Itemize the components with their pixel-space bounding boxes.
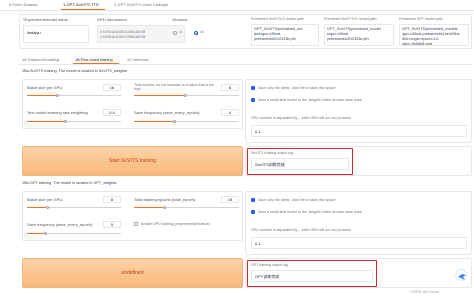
bird-logo-svg xyxy=(458,274,466,280)
pretrained-gpt-group: Pretrained GPT model path GPT_SoVITS/pre… xyxy=(398,17,470,47)
sovits-options-panel: Save only the latest '.ckpt' file to sav… xyxy=(245,79,472,143)
gpt-epochs-input[interactable]: 15 xyxy=(221,196,239,203)
watermark-text: CSDN @Colorin xyxy=(410,289,440,294)
radio-v2[interactable] xyxy=(194,31,198,35)
gpt-batch-slider-fill xyxy=(27,207,47,208)
sovits-batch-input[interactable]: 16 xyxy=(103,84,121,91)
exp-name-label: *Experiment/model name xyxy=(23,17,68,22)
top-tab-bar: 0-Fetch Dataset 1-GPT-SoVITS-TTS 2-GPT-S… xyxy=(0,0,474,11)
sovits-gpu-num-input[interactable]: 0-1 xyxy=(251,125,467,137)
exp-name-input[interactable]: lindalyu xyxy=(23,25,89,43)
gpu-info-line-1: 0 NVIDIA A100-SXM4-80GB xyxy=(100,30,146,34)
tab-fetch-dataset[interactable]: 0-Fetch Dataset xyxy=(9,2,37,7)
gpt-gpu-num-input[interactable]: 0-1 xyxy=(251,237,467,249)
sovits-output-textarea: SoVITS训练完成 xyxy=(251,158,349,170)
gpt-save-freq-slider-fill xyxy=(27,233,45,234)
gpt-save-latest-label: Save only the latest '.ckpt' file to sav… xyxy=(258,198,336,202)
gpt-save-freq-slider-knob[interactable] xyxy=(44,232,47,235)
sovits-save-freq-label: Save frequency (save_every_epoch): xyxy=(134,110,201,115)
sovits-batch-slider-fill xyxy=(27,95,57,96)
radio-v1-label: v1 xyxy=(179,30,183,34)
sovits-text-lr-slider-knob[interactable] xyxy=(64,120,67,123)
subtab-fine-tuned-training[interactable]: 1B-Fine-tuned training xyxy=(75,58,113,62)
header-panel: *Experiment/model name lindalyu GPU Info… xyxy=(19,14,472,49)
gpt-output-panel: GPT training output log GPT训练完成 xyxy=(245,258,472,288)
tab-voice-changer[interactable]: 2-GPT-SoVITS-Voice Changer xyxy=(114,2,168,7)
gpt-save-small-checkbox[interactable] xyxy=(251,210,255,214)
start-sovits-training-button[interactable]: Start SoVITS training xyxy=(22,146,243,176)
versions-label: Versions xyxy=(172,17,188,22)
sovits-save-freq-input[interactable]: 4 xyxy=(221,109,239,116)
gpt-epochs-slider-fill xyxy=(134,207,164,208)
sovits-output-label: SoVITS training output log xyxy=(251,151,293,155)
pretrained-g-input[interactable]: GPT_SoVITS/pretrained_mo dels/gsv-v2fina… xyxy=(251,24,319,46)
sovits-text-lr-input[interactable]: 0.4 xyxy=(103,109,121,116)
gpt-output-label: GPT training output log xyxy=(251,263,288,267)
sovits-save-latest-checkbox[interactable] xyxy=(251,86,255,90)
sovits-params-panel: Batch size per GPU: 16 Total epochs, do … xyxy=(22,79,243,129)
exp-name-group: *Experiment/model name lindalyu xyxy=(22,17,92,47)
gpt-save-small-label: Save a small final model to the 'weights… xyxy=(258,210,362,214)
gpt-batch-slider-knob[interactable] xyxy=(46,206,49,209)
sovits-gpu-num-label: GPU number is separated by -, each GPU w… xyxy=(251,116,351,120)
sovits-save-small-checkbox[interactable] xyxy=(251,98,255,102)
sovits-batch-label: Batch size per GPU: xyxy=(27,85,64,90)
pretrained-d-label: Pretrained SoVITS-D model path xyxy=(324,17,377,21)
gpu-info-line-2: 1 NVIDIA A100-SXM4-80GB xyxy=(100,35,146,39)
sovits-section-title: 1Ba-SoVITS training. The model is locate… xyxy=(22,69,128,73)
gpt-output-textarea: GPT训练完成 xyxy=(251,270,373,282)
sovits-save-small-label: Save a small final model to the 'weights… xyxy=(258,98,362,102)
gpt-output-value: GPT训练完成 xyxy=(255,274,280,279)
versions-group: Versions v1 v2 xyxy=(170,17,234,47)
pretrained-g-group: Pretrained SoVITS-G model path GPT_SoVIT… xyxy=(250,17,320,47)
gpt-epochs-slider-knob[interactable] xyxy=(163,206,166,209)
sovits-output-value: SoVITS训练完成 xyxy=(255,162,285,167)
radio-v1[interactable] xyxy=(173,31,177,35)
gpt-gpu-num-label: GPU number is separated by -, each GPU w… xyxy=(251,228,351,232)
radio-v2-label: v2 xyxy=(200,30,204,34)
sovits-text-lr-slider-fill xyxy=(27,121,65,122)
subtab-dataset-formatting[interactable]: 1A-Dataset formatting xyxy=(22,58,59,62)
sovits-epochs-slider-fill xyxy=(134,95,184,96)
exp-name-value: lindalyu xyxy=(27,30,41,35)
gpt-params-panel: Batch size per GPU: 8 Total training epo… xyxy=(22,191,243,241)
gpt-batch-input[interactable]: 8 xyxy=(103,196,121,203)
sovits-epochs-slider-knob[interactable] xyxy=(184,94,187,97)
pretrained-g-label: Pretrained SoVITS-G model path xyxy=(251,17,304,21)
pretrained-d-input[interactable]: GPT_SoVITS/pretrained_model s/gsv-v2fina… xyxy=(324,24,394,46)
pretrained-d-line-3: pretrained/s2D2333k.pth xyxy=(327,37,369,41)
gpt-save-freq-input[interactable]: 5 xyxy=(103,221,121,228)
sovits-batch-slider-knob[interactable] xyxy=(56,94,59,97)
sovits-epochs-input[interactable]: 8 xyxy=(221,84,239,91)
sovits-save-freq-slider-fill xyxy=(134,121,174,122)
sovits-gpu-num-value: 0-1 xyxy=(255,129,261,134)
sovits-epochs-label: Total epochs, do not increase to a value… xyxy=(134,83,214,91)
active-tab-indicator xyxy=(61,9,105,10)
gpt-save-freq-label: Save frequency (save_every_epoch): xyxy=(27,222,94,227)
bird-logo-icon xyxy=(455,269,467,281)
gpt-save-latest-checkbox[interactable] xyxy=(251,198,255,202)
pretrained-gpt-input[interactable]: GPT_SoVITS/pretrained_models /gsv-v2fina… xyxy=(399,24,469,46)
gpt-gpu-num-value: 0-1 xyxy=(255,241,261,246)
subtab-inference[interactable]: 1C-inference xyxy=(127,58,149,62)
gpt-dpo-checkbox[interactable] xyxy=(134,222,138,226)
tab-gpt-sovits-tts[interactable]: 1-GPT-SoVITS-TTS xyxy=(63,2,99,7)
pretrained-g-line-3: pretrained/s2G2333k.pth xyxy=(254,37,296,41)
gpt-batch-label: Batch size per GPU: xyxy=(27,197,64,202)
gpt-options-panel: Save only the latest '.ckpt' file to sav… xyxy=(245,191,472,255)
gpt-epochs-label: Total training epochs (total_epoch): xyxy=(134,197,197,202)
pretrained-d-group: Pretrained SoVITS-D model path GPT_SoVIT… xyxy=(323,17,395,47)
sovits-save-freq-slider-knob[interactable] xyxy=(173,120,176,123)
gpt-section-title: 1Bb-GPT training. The model is located i… xyxy=(22,181,118,185)
gpt-dpo-label: Enable DPO training (experimental featur… xyxy=(141,222,210,226)
sovits-text-lr-label: Text model learning rate weighting xyxy=(27,110,88,115)
sovits-save-latest-label: Save only the latest '.ckpt' file to sav… xyxy=(258,86,336,90)
start-gpt-training-button[interactable]: undefined xyxy=(22,258,243,288)
sovits-output-panel: SoVITS training output log SoVITS训练完成 xyxy=(245,146,472,176)
pretrained-gpt-line-2: /gsv-v2final-pretrained/s1bert25hz-5kh-l… xyxy=(402,32,461,46)
pretrained-gpt-label: Pretrained GPT model path xyxy=(399,17,443,21)
subtab-divider xyxy=(19,64,472,65)
gpu-info-label: GPU Information xyxy=(97,17,127,22)
